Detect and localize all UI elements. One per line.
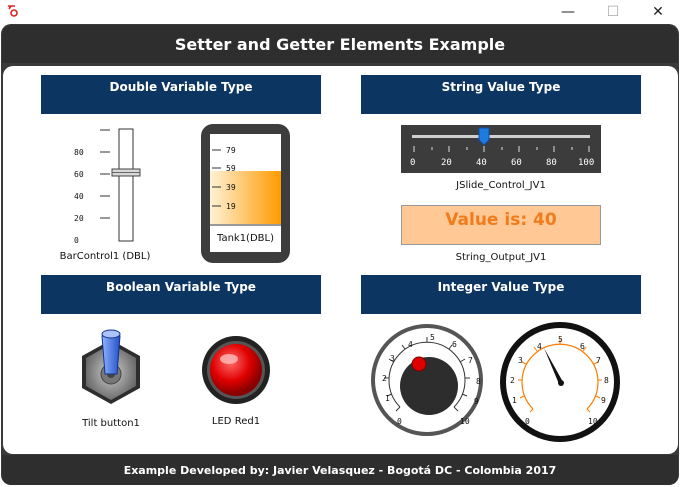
gauge-tick: 3 [518, 356, 523, 365]
bar-tick: 40 [74, 192, 84, 201]
page-title: Setter and Getter Elements Example [2, 25, 678, 63]
tank-tick: 19 [226, 202, 236, 211]
gauge-tick: 2 [510, 376, 515, 385]
knob-tick: 3 [390, 354, 395, 363]
bar-tick: 20 [74, 214, 84, 223]
gauge-tick: 0 [525, 417, 530, 426]
jslider-tick: 100 [578, 158, 595, 168]
section-boolean-header: Boolean Variable Type [41, 275, 321, 314]
tank-tick: 39 [226, 183, 236, 192]
section-integer-header: Integer Value Type [361, 275, 641, 314]
gauge-tick: 8 [604, 376, 609, 385]
string-output-display: Value is: 40 [401, 205, 601, 245]
bar-tick: 0 [74, 236, 79, 245]
window-titlebar: — ☐ ✕ [0, 0, 683, 24]
knob-indicator [411, 356, 427, 372]
knob-tick: 10 [460, 417, 470, 426]
string-output-label: String_Output_JV1 [455, 252, 547, 263]
jslider-graphic [412, 127, 590, 152]
jslider-label: JSlide_Control_JV1 [456, 180, 546, 191]
led-red-icon [202, 336, 270, 404]
knob-tick: 0 [397, 417, 402, 426]
gauge-tick: 4 [537, 342, 542, 351]
tank-tick: 59 [226, 164, 236, 173]
bar-tick: 60 [74, 170, 84, 179]
jslider-tick: 60 [511, 158, 522, 168]
jslider-thumb [478, 127, 490, 146]
bar-control-label: BarControl1 (DBL) [59, 251, 151, 262]
knob-tick: 4 [408, 340, 413, 349]
knob-tick: 7 [468, 356, 473, 365]
tilt-button-label: Tilt button1 [82, 418, 140, 429]
jslider-tick: 80 [546, 158, 557, 168]
app-icon [8, 5, 18, 17]
tank-level [210, 171, 281, 224]
knob-tick: 8 [476, 377, 481, 386]
gauge-tick: 1 [512, 396, 517, 405]
knob-tick: 5 [430, 333, 435, 342]
knob-tick: 6 [452, 340, 457, 349]
gauge-tick: 10 [588, 417, 598, 426]
close-button[interactable]: ✕ [635, 0, 681, 24]
gauge-tick: 9 [601, 396, 606, 405]
knob-tick: 9 [474, 397, 479, 406]
jslider-tick: 0 [410, 158, 416, 168]
led-label: LED Red1 [211, 416, 261, 427]
minimize-button[interactable]: — [545, 0, 591, 24]
footer-credits: Example Developed by: Javier Velasquez -… [2, 455, 678, 485]
bar-tick: 80 [74, 148, 84, 157]
gauge-tick: 6 [580, 342, 585, 351]
maximize-button[interactable]: ☐ [590, 0, 636, 24]
jslider-tick: 40 [476, 158, 487, 168]
gauge-tick: 5 [558, 335, 563, 344]
tank-label: Tank1(DBL) [216, 233, 274, 244]
jslider-control[interactable]: 0 20 40 60 80 100 [401, 125, 601, 173]
knob-tick: 1 [385, 394, 390, 403]
gauge-tick: 7 [596, 356, 601, 365]
jslider-tick: 20 [441, 158, 452, 168]
tilt-switch-icon [82, 329, 140, 404]
tank-tick: 79 [226, 146, 236, 155]
bar-control-graphic [100, 128, 141, 242]
knob-tick: 2 [382, 374, 387, 383]
section-string-header: String Value Type [361, 75, 641, 114]
section-double-header: Double Variable Type [41, 75, 321, 114]
